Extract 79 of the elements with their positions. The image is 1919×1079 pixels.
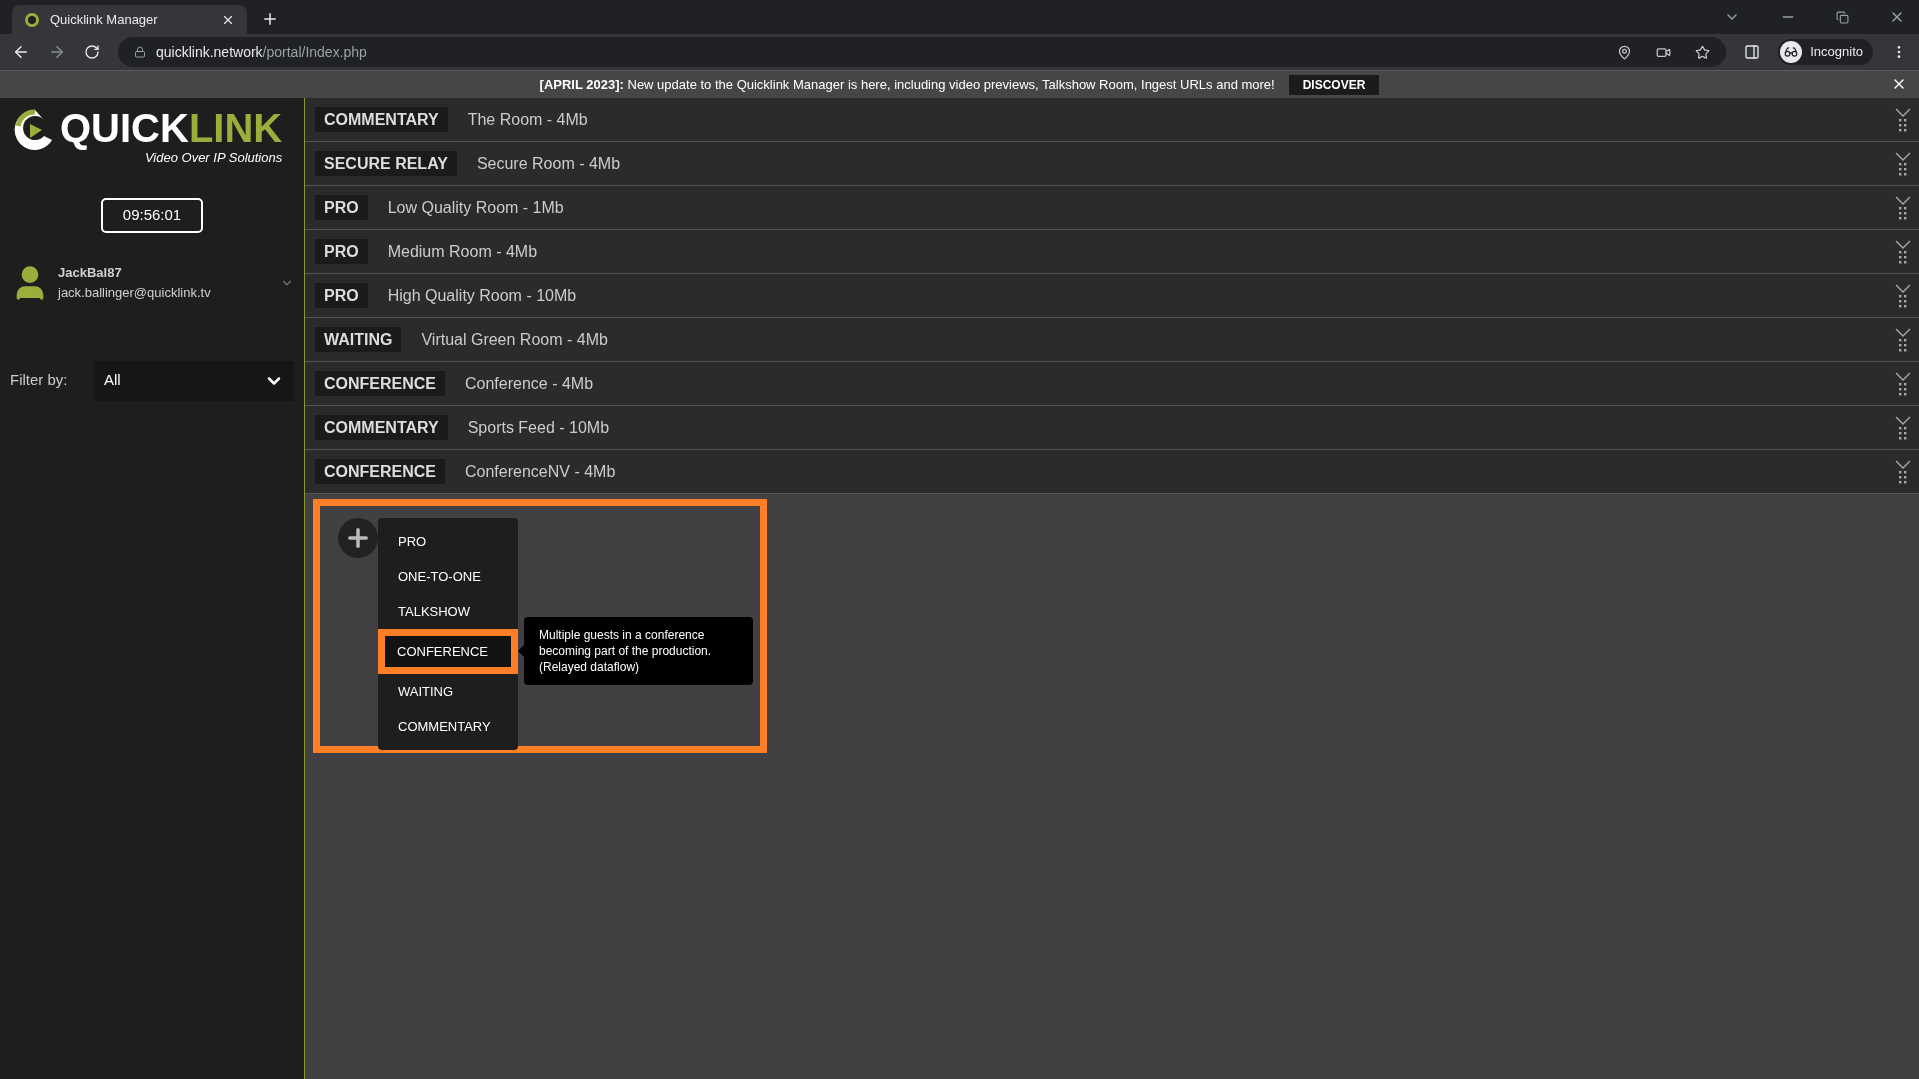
chevron-icon[interactable] <box>1895 371 1911 381</box>
room-row[interactable]: WAITING Virtual Green Room - 4Mb <box>305 318 1919 362</box>
chevron-icon[interactable] <box>1895 107 1911 117</box>
chevron-icon[interactable] <box>1895 151 1911 161</box>
room-row[interactable]: PRO Low Quality Room - 1Mb <box>305 186 1919 230</box>
room-row[interactable]: CONFERENCE ConferenceNV - 4Mb <box>305 450 1919 494</box>
room-row[interactable]: COMMENTARY Sports Feed - 10Mb <box>305 406 1919 450</box>
room-name: Medium Room - 4Mb <box>387 241 539 262</box>
address-bar[interactable]: quicklink.network/portal/Index.php <box>118 37 1727 67</box>
drag-handle-icon[interactable] <box>1899 162 1907 176</box>
side-panel-icon[interactable] <box>1744 44 1761 60</box>
clock: 09:56:01 <box>101 197 203 233</box>
menu-item[interactable]: PRO <box>378 524 518 559</box>
room-type-tag: COMMENTARY <box>315 107 448 132</box>
bookmark-icon[interactable] <box>1695 44 1711 60</box>
banner-text: [APRIL 2023]: New update to the Quicklink Manager is here, including video previews, Talkshow Room, Ingest URLs and more! <box>539 75 1275 94</box>
new-tab-icon[interactable] <box>261 10 279 28</box>
logo-text: QUICK <box>60 106 189 150</box>
room-name: The Room - 4Mb <box>467 109 589 130</box>
chevron-icon[interactable] <box>1895 239 1911 249</box>
room-type-tag: PRO <box>315 195 368 220</box>
drag-handle-icon[interactable] <box>1899 426 1907 440</box>
menu-item[interactable]: WAITING <box>378 674 518 709</box>
chevron-icon[interactable] <box>1895 195 1911 205</box>
menu-item[interactable]: TALKSHOW <box>378 594 518 629</box>
drag-handle-icon[interactable] <box>1899 206 1907 220</box>
room-type-tag: CONFERENCE <box>315 459 445 484</box>
drag-handle-icon[interactable] <box>1899 294 1907 308</box>
user-name: JackBal87 <box>58 264 123 282</box>
room-name: Low Quality Room - 1Mb <box>387 197 565 218</box>
discover-button[interactable]: DISCOVER <box>1288 74 1380 95</box>
back-icon[interactable] <box>12 43 30 61</box>
drag-handle-icon[interactable] <box>1899 338 1907 352</box>
room-row[interactable]: SECURE RELAY Secure Room - 4Mb <box>305 142 1919 186</box>
chevron-icon[interactable] <box>1895 415 1911 425</box>
filter-label: Filter by: <box>10 370 69 391</box>
room-type-tag: PRO <box>315 283 368 308</box>
room-name: ConferenceNV - 4Mb <box>465 461 617 482</box>
url-text: quicklink.network/portal/Index.php <box>156 42 368 62</box>
favicon-icon <box>24 11 40 28</box>
lock-icon <box>134 46 146 58</box>
tab-title: Quicklink Manager <box>50 10 159 29</box>
logo-tagline: Video Over IP Solutions <box>144 150 283 167</box>
forward-icon[interactable] <box>48 43 66 61</box>
menu-item[interactable]: ONE-TO-ONE <box>378 559 518 594</box>
chevron-icon[interactable] <box>1895 283 1911 293</box>
reload-icon[interactable] <box>84 44 100 60</box>
menu-item[interactable]: COMMENTARY <box>378 709 518 744</box>
browser-tab[interactable]: Quicklink Manager <box>12 5 247 34</box>
chevron-icon[interactable] <box>1895 459 1911 469</box>
room-row[interactable]: PRO High Quality Room - 10Mb <box>305 274 1919 318</box>
room-type-tag: SECURE RELAY <box>315 151 457 176</box>
drag-handle-icon[interactable] <box>1899 382 1907 396</box>
room-type-tag: CONFERENCE <box>315 371 445 396</box>
room-row[interactable]: CONFERENCE Conference - 4Mb <box>305 362 1919 406</box>
profile-chip[interactable]: Incognito <box>1778 39 1873 65</box>
drag-handle-icon[interactable] <box>1899 250 1907 264</box>
room-name: Virtual Green Room - 4Mb <box>421 329 609 350</box>
chevron-icon[interactable] <box>1895 327 1911 337</box>
room-name: Conference - 4Mb <box>465 373 595 394</box>
room-name: Secure Room - 4Mb <box>476 153 622 174</box>
menu-item[interactable]: CONFERENCE <box>378 629 518 674</box>
room-row[interactable]: PRO Medium Room - 4Mb <box>305 230 1919 274</box>
room-name: High Quality Room - 10Mb <box>387 285 578 306</box>
room-type-tag: PRO <box>315 239 368 264</box>
restore-icon[interactable] <box>1836 10 1849 24</box>
drag-handle-icon[interactable] <box>1899 118 1907 132</box>
logo-text: LINK <box>188 106 283 150</box>
location-icon[interactable] <box>1617 44 1633 60</box>
user-email: jack.ballinger@quicklink.tv <box>58 283 212 302</box>
drag-handle-icon[interactable] <box>1899 470 1907 484</box>
room-type-tag: COMMENTARY <box>315 415 448 440</box>
tooltip: Multiple guests in a conference becoming part of the production. (Relayed dataflow) <box>524 617 753 685</box>
room-name: Sports Feed - 10Mb <box>467 417 611 438</box>
add-button[interactable] <box>338 518 378 558</box>
incognito-icon <box>1780 41 1803 63</box>
room-row[interactable]: COMMENTARY The Room - 4Mb <box>305 98 1919 142</box>
filter-dropdown[interactable]: All <box>94 360 294 401</box>
room-type-tag: WAITING <box>315 327 402 352</box>
